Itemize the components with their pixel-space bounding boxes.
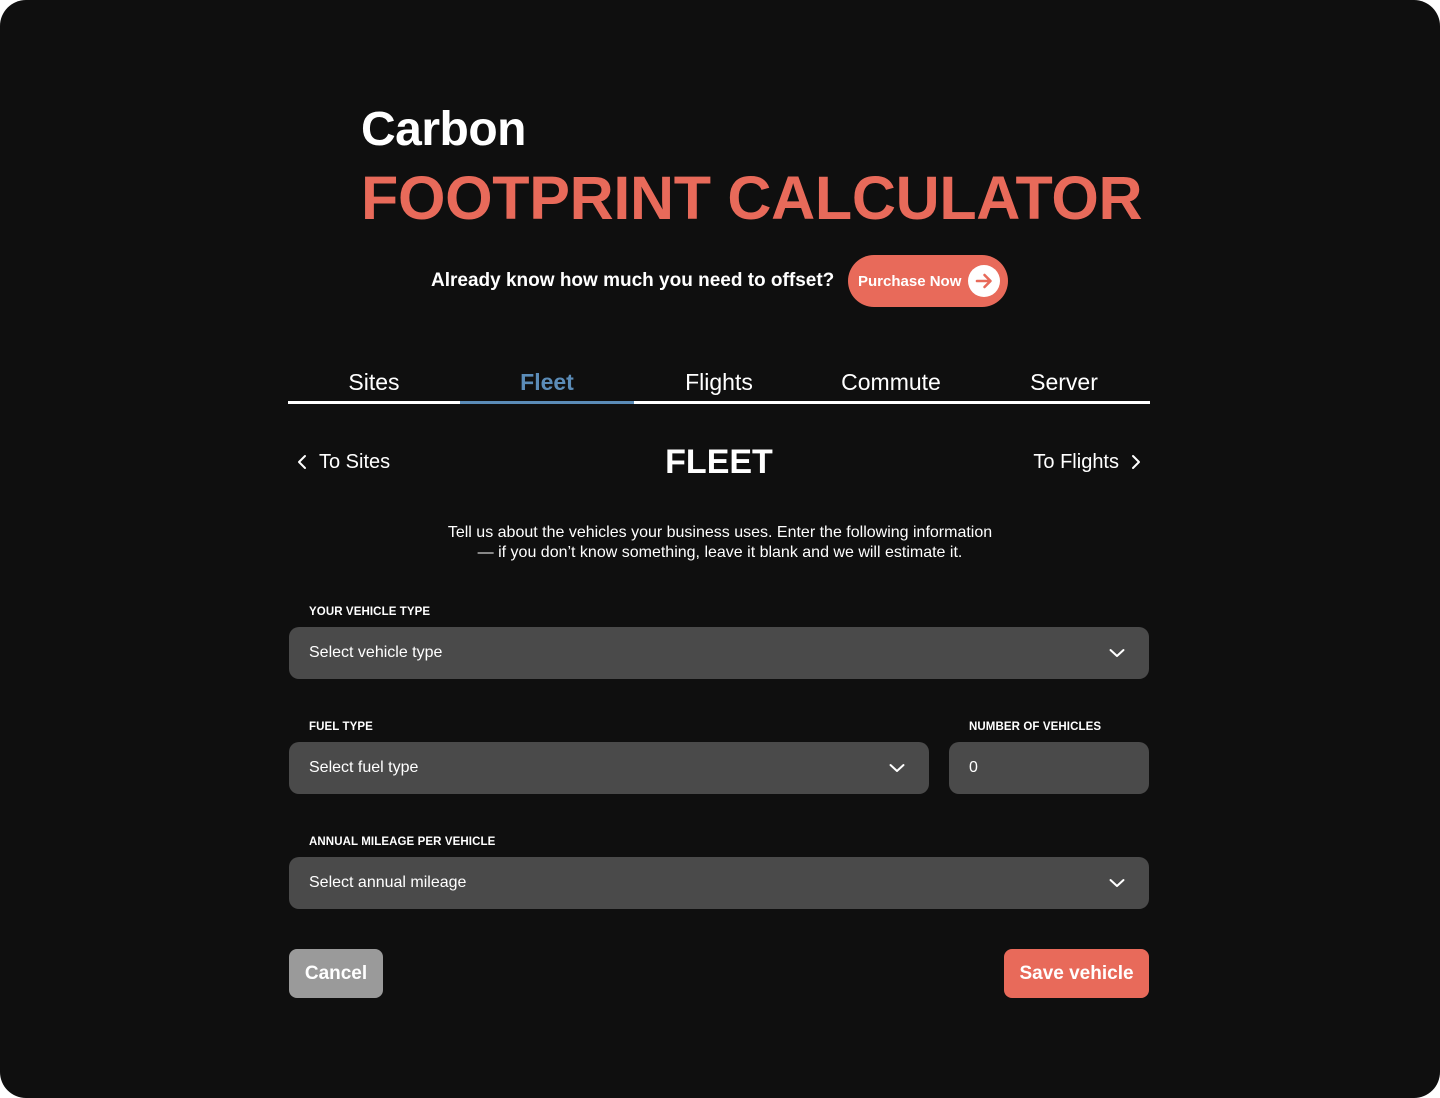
tab-flights[interactable]: Flights (634, 360, 804, 401)
vehicle-type-value: Select vehicle type (309, 644, 443, 661)
section-description: Tell us about the vehicles your business… (0, 523, 1440, 563)
vehicle-type-label: YOUR VEHICLE TYPE (309, 606, 431, 618)
tab-sites[interactable]: Sites (288, 360, 460, 401)
num-vehicles-input[interactable]: 0 (949, 742, 1149, 794)
save-vehicle-button[interactable]: Save vehicle (1004, 949, 1149, 998)
to-sites-link[interactable]: To Sites (294, 448, 390, 476)
description-line-1: Tell us about the vehicles your business… (447, 524, 993, 541)
description-line-2: — if you don’t know something, leave it … (477, 544, 963, 561)
purchase-now-button[interactable]: Purchase Now (848, 255, 1008, 307)
tab-fleet[interactable]: Fleet (460, 360, 634, 404)
to-flights-label: To Flights (1033, 451, 1119, 473)
category-tabs: Sites Fleet Flights Commute Server (288, 360, 1150, 404)
arrow-right-icon (968, 265, 1000, 297)
offset-prompt-row: Already know how much you need to offset… (0, 255, 1440, 307)
chevron-left-icon (294, 452, 310, 472)
fuel-type-select[interactable]: Select fuel type (289, 742, 929, 794)
fuel-type-value: Select fuel type (309, 759, 419, 776)
cancel-button[interactable]: Cancel (289, 949, 383, 998)
page-title-carbon: Carbon (361, 103, 527, 156)
num-vehicles-value: 0 (969, 759, 978, 776)
annual-mileage-label: ANNUAL MILEAGE PER VEHICLE (309, 836, 496, 848)
tab-commute[interactable]: Commute (804, 360, 978, 401)
chevron-down-icon (1107, 873, 1127, 893)
annual-mileage-value: Select annual mileage (309, 874, 467, 891)
page-title-calculator: FOOTPRINT CALCULATOR (361, 164, 1143, 232)
purchase-now-label: Purchase Now (858, 272, 962, 290)
to-flights-link[interactable]: To Flights (1033, 448, 1144, 476)
chevron-down-icon (1107, 643, 1127, 663)
vehicle-type-select[interactable]: Select vehicle type (289, 627, 1149, 679)
fuel-type-label: FUEL TYPE (309, 721, 373, 733)
to-sites-label: To Sites (319, 451, 391, 473)
app-frame: Carbon FOOTPRINT CALCULATOR Already know… (0, 0, 1440, 1098)
num-vehicles-label: NUMBER OF VEHICLES (969, 721, 1102, 733)
chevron-right-icon (1128, 452, 1144, 472)
section-nav: FLEET To Sites To Flights (288, 440, 1150, 484)
chevron-down-icon (887, 758, 907, 778)
tab-server[interactable]: Server (978, 360, 1150, 401)
annual-mileage-select[interactable]: Select annual mileage (289, 857, 1149, 909)
section-title: FLEET (665, 443, 773, 481)
offset-question: Already know how much you need to offset… (431, 270, 835, 291)
